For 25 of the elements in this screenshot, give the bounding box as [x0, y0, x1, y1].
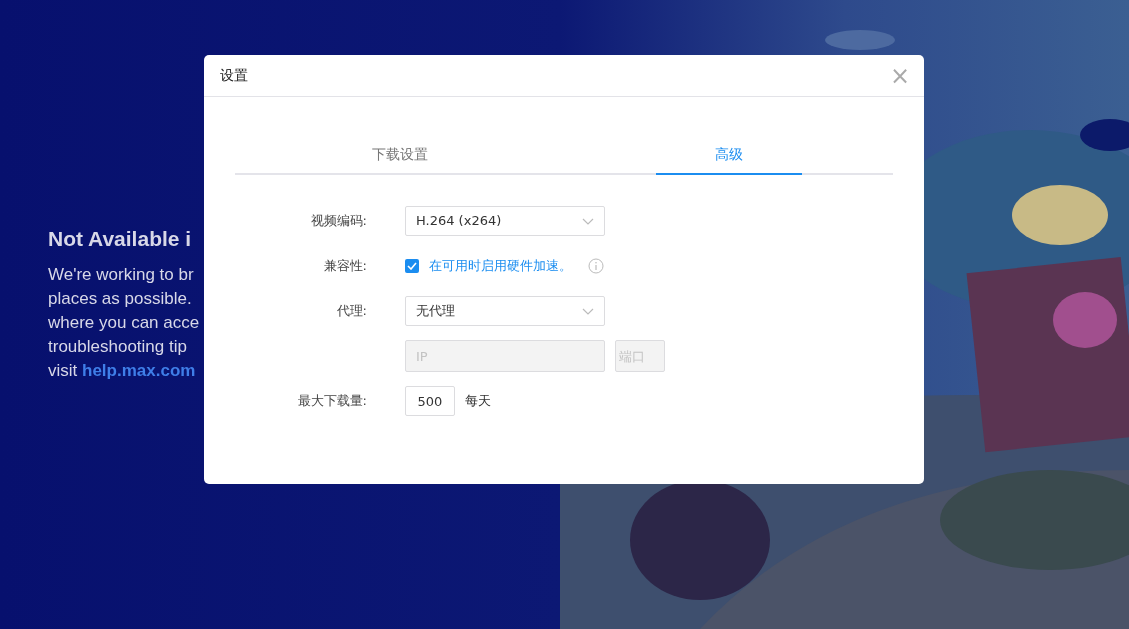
dropdown-value: H.264 (x264) [416, 212, 502, 231]
body-text-line: places as possible. [48, 288, 192, 311]
chevron-down-icon [582, 307, 594, 315]
unit-label: 每天 [465, 392, 491, 411]
tab[interactable]: 下载设置 [235, 137, 564, 173]
body-text-line: We're working to br [48, 264, 194, 287]
page-heading: Not Available i [48, 226, 193, 252]
body-text-line: where you can acce [48, 312, 200, 335]
info-icon [588, 258, 604, 274]
tab[interactable]: 高级 [564, 137, 893, 173]
body-text-line: visit [48, 361, 78, 381]
dialog-title: 设置 [220, 66, 248, 85]
field-label: 最大下载量: [297, 393, 367, 409]
dropdown[interactable]: 无代理 [405, 296, 605, 326]
help-link[interactable]: help.max.com [82, 361, 196, 381]
dropdown[interactable]: H.264 (x264) [405, 206, 605, 236]
checkbox[interactable] [405, 259, 419, 273]
number-field[interactable]: 500 [405, 386, 455, 416]
field-label: 代理: [336, 303, 367, 319]
field-label: 兼容性: [323, 258, 367, 274]
field-label: 视频编码: [310, 213, 367, 229]
body-text-line: troubleshooting tip [48, 336, 187, 359]
dropdown-value: 无代理 [416, 302, 455, 321]
chevron-down-icon [582, 217, 594, 225]
checkbox-label[interactable]: 在可用时启用硬件加速。 [429, 256, 572, 276]
